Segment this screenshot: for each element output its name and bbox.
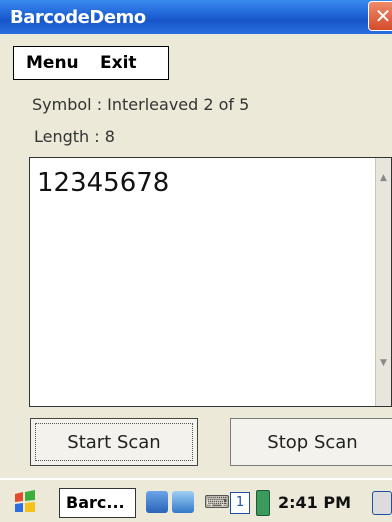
length-label: Length : 8 <box>34 127 115 146</box>
menu-item-exit[interactable]: Exit <box>100 53 137 73</box>
scroll-down-arrow[interactable]: ▼ <box>376 358 391 388</box>
close-button[interactable]: ✕ <box>368 1 392 31</box>
taskbar-app-button[interactable]: Barc... <box>59 488 136 518</box>
window-title: BarcodeDemo <box>10 7 146 28</box>
network-icon[interactable] <box>146 491 168 513</box>
symbol-label: Symbol : Interleaved 2 of 5 <box>32 95 250 114</box>
start-scan-button[interactable]: Start Scan <box>30 418 198 466</box>
scroll-up-arrow[interactable]: ▲ <box>376 173 391 203</box>
connection-icon[interactable] <box>172 491 194 513</box>
desktop-icon[interactable] <box>372 491 392 515</box>
barcode-value: 12345678 <box>37 168 170 198</box>
vertical-scrollbar[interactable]: ▲ ▼ <box>375 158 391 406</box>
clock[interactable]: 2:41 PM <box>278 493 351 512</box>
menu-item-menu[interactable]: Menu <box>26 53 79 73</box>
keyboard-icon[interactable]: ⌨ <box>204 492 230 513</box>
windows-flag-icon <box>15 490 35 512</box>
input-indicator[interactable]: 1 <box>230 492 250 514</box>
stop-scan-button[interactable]: Stop Scan <box>230 418 392 466</box>
stop-scan-label: Stop Scan <box>267 431 358 453</box>
title-bar: BarcodeDemo ✕ <box>0 0 392 34</box>
menu-bar: Menu Exit <box>13 46 169 80</box>
barcode-result-textbox[interactable]: 12345678 ▲ ▼ <box>29 157 392 407</box>
start-button[interactable] <box>12 490 38 520</box>
taskbar: Barc... ⌨ 1 2:41 PM <box>0 478 392 522</box>
battery-icon[interactable] <box>256 490 270 516</box>
close-icon: ✕ <box>374 4 392 28</box>
start-scan-label: Start Scan <box>67 431 161 453</box>
system-tray: ⌨ 1 2:41 PM <box>140 488 392 518</box>
